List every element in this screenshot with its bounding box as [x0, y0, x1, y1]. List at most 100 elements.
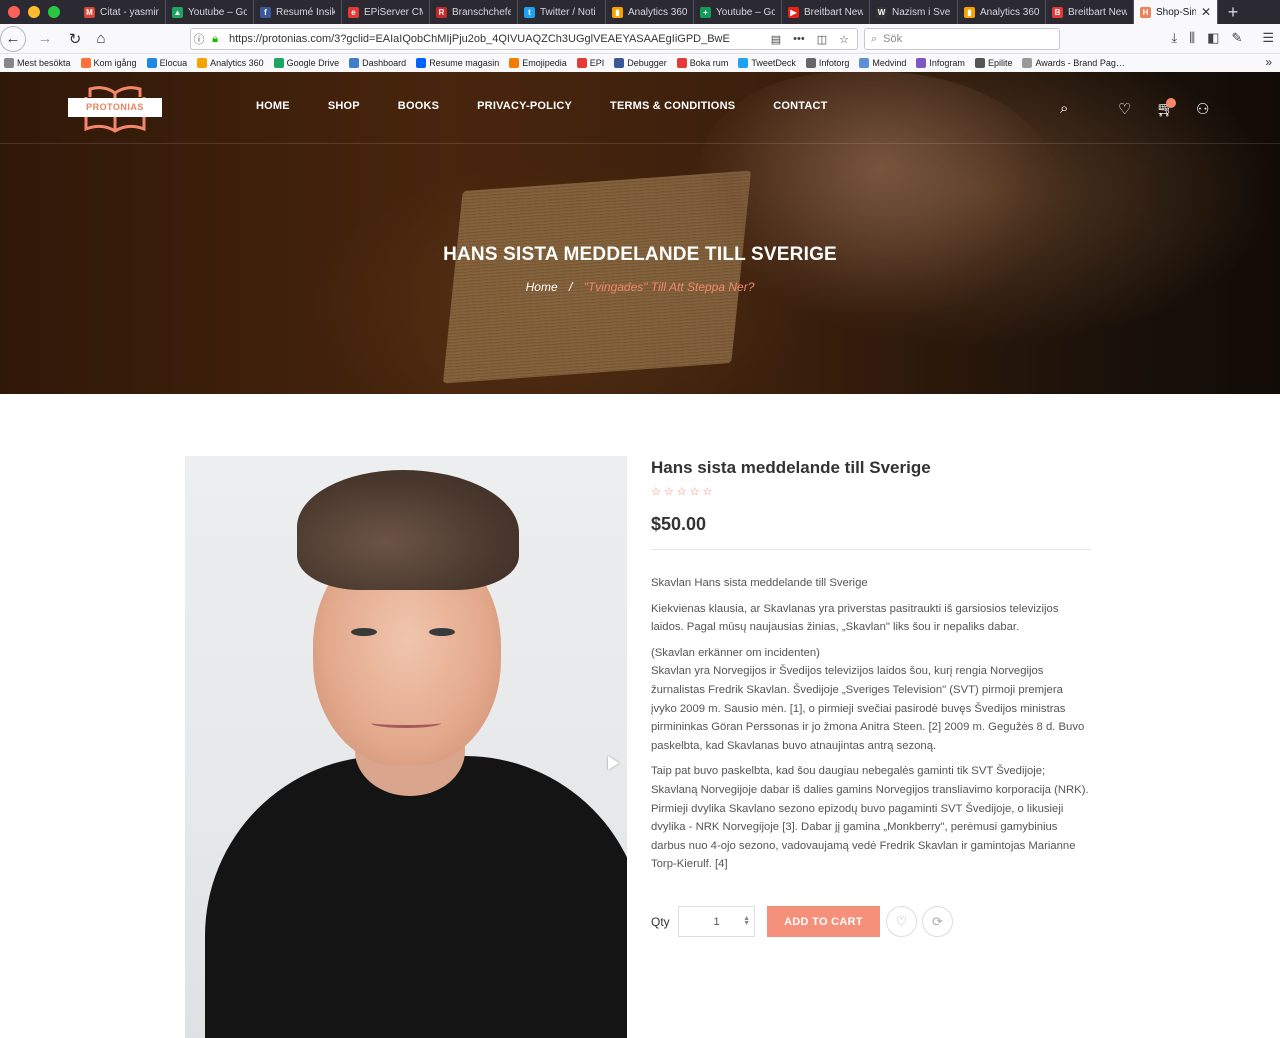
bookmark-item[interactable]: EPI — [576, 58, 604, 68]
site-logo[interactable]: PROTONIAS — [68, 83, 162, 133]
maximize-window-button[interactable] — [48, 6, 60, 18]
nav-books[interactable]: BOOKS — [398, 100, 439, 112]
browser-tab[interactable]: t Twitter / Noti — [518, 0, 606, 24]
library-icon[interactable]: ⫼ — [1189, 30, 1195, 46]
bookmark-item[interactable]: Resume magasin — [416, 58, 499, 68]
bookmark-label: Elocua — [159, 58, 188, 68]
bookmark-item[interactable]: TweetDeck — [738, 58, 796, 68]
rating-stars: ☆☆☆☆☆ — [651, 486, 716, 498]
info-icon[interactable]: ⓘ — [191, 31, 207, 47]
bookmark-item[interactable]: Boka rum — [676, 58, 729, 68]
search-icon[interactable]: ⌕ — [1060, 100, 1068, 117]
lock-icon[interactable]: 🔒︎ — [207, 33, 223, 46]
user-account-icon[interactable]: ⚇ — [1196, 100, 1209, 118]
bookmark-label: Boka rum — [689, 58, 729, 68]
tab-favicon-icon: ▶ — [788, 6, 799, 18]
browser-tab[interactable]: M Citat - yasmin — [78, 0, 166, 24]
bookmark-favicon-icon — [509, 58, 520, 68]
bookmark-item[interactable]: Epilite — [974, 58, 1012, 68]
home-button[interactable]: ⌂ — [88, 26, 114, 52]
bookmark-label: Awards - Brand Pag… — [1035, 58, 1125, 68]
sidebar-icon[interactable]: ◧ — [1207, 30, 1219, 46]
product-price: $50.00 — [651, 514, 707, 534]
quantity-stepper[interactable]: 1 ▲ ▼ — [678, 906, 755, 937]
bookmark-item[interactable]: Dashboard — [349, 58, 406, 68]
bookmark-item[interactable]: Elocua — [146, 58, 188, 68]
main-menu: HOME SHOP BOOKS PRIVACY-POLICY TERMS & C… — [256, 100, 866, 112]
browser-tab[interactable]: e EPiServer CM — [342, 0, 430, 24]
arrow-right-icon: → — [37, 30, 53, 47]
bookmark-favicon-icon — [859, 58, 870, 68]
url-text[interactable]: https://protonias.com/3?gclid=EAIaIQobCh… — [229, 33, 771, 45]
add-to-cart-button[interactable]: ADD TO CART — [767, 906, 880, 937]
back-button[interactable]: ← — [0, 25, 26, 52]
bookmark-star-icon[interactable]: ☆ — [839, 33, 849, 46]
close-window-button[interactable] — [8, 6, 20, 18]
bookmark-item[interactable]: Mest besökta — [4, 58, 71, 68]
pocket-icon[interactable]: ◫ — [817, 33, 827, 46]
nav-privacy-policy[interactable]: PRIVACY-POLICY — [477, 100, 572, 112]
browser-tab[interactable]: ▮ Analytics 360 — [606, 0, 694, 24]
nav-contact[interactable]: CONTACT — [773, 100, 827, 112]
search-bar[interactable]: ⌕ Sök — [864, 28, 1060, 50]
bookmark-item[interactable]: Awards - Brand Pag… — [1022, 58, 1125, 68]
compare-button[interactable]: ⟳ — [922, 906, 953, 937]
logo-text: PROTONIAS — [68, 98, 162, 117]
browser-tab[interactable]: B Breitbart New — [1046, 0, 1134, 24]
tab-favicon-icon: R — [436, 6, 447, 18]
home-icon: ⌂ — [96, 30, 106, 47]
browser-tab[interactable]: ▲ Youtube – Go — [166, 0, 254, 24]
bookmark-item[interactable]: Kom igång — [80, 58, 137, 68]
bookmark-item[interactable]: Medvind — [859, 58, 906, 68]
tab-title: Twitter / Noti — [540, 6, 596, 18]
breadcrumb-home-link[interactable]: Home — [526, 280, 558, 294]
qty-value[interactable]: 1 — [713, 916, 719, 928]
close-tab-icon[interactable]: ✕ — [1201, 5, 1211, 19]
tab-title: Analytics 360 — [980, 6, 1039, 18]
browser-tab[interactable]: f Resumé Insikt — [254, 0, 342, 24]
arrow-left-icon: ← — [5, 30, 21, 47]
nav-terms-conditions[interactable]: TERMS & CONDITIONS — [610, 100, 735, 112]
bookmark-item[interactable]: Infogram — [916, 58, 965, 68]
bookmark-item[interactable]: Infotorg — [805, 58, 849, 68]
new-tab-button[interactable]: + — [1218, 0, 1248, 24]
menu-icon[interactable]: ☰ — [1262, 30, 1274, 46]
bookmarks-overflow-icon[interactable]: » — [1265, 55, 1272, 69]
bookmark-favicon-icon — [349, 58, 360, 68]
tab-favicon-icon: + — [700, 6, 711, 18]
spinner-arrows-icon[interactable]: ▲ ▼ — [743, 915, 750, 927]
bookmark-item[interactable]: Analytics 360 — [197, 58, 264, 68]
product-image[interactable] — [185, 456, 627, 1038]
bookmark-favicon-icon — [576, 58, 587, 68]
minimize-window-button[interactable] — [28, 6, 40, 18]
bookmark-item[interactable]: Emojipedia — [509, 58, 567, 68]
product-title: Hans sista meddelande till Sverige — [651, 458, 931, 477]
tab-title: Shop-Sing — [1156, 6, 1196, 18]
browser-tab[interactable]: W Nazism i Sver — [870, 0, 958, 24]
bookmark-item[interactable]: Debugger — [614, 58, 667, 68]
qty-label: Qty — [651, 915, 670, 929]
bookmark-label: Analytics 360 — [210, 58, 264, 68]
bookmark-item[interactable]: Google Drive — [273, 58, 339, 68]
browser-tab[interactable]: ▮ Analytics 360 — [958, 0, 1046, 24]
tab-favicon-icon: M — [84, 6, 95, 18]
tab-title: Youtube – Go — [716, 6, 775, 18]
page-actions-icon[interactable]: ••• — [793, 33, 805, 46]
forward-button[interactable]: → — [32, 26, 58, 52]
nav-shop[interactable]: SHOP — [328, 100, 360, 112]
address-bar[interactable]: ⓘ 🔒︎ https://protonias.com/3?gclid=EAIaI… — [190, 28, 858, 50]
browser-tab[interactable]: R Branschchefe — [430, 0, 518, 24]
browser-tab[interactable]: + Youtube – Go — [694, 0, 782, 24]
bookmark-label: Kom igång — [93, 58, 137, 68]
browser-tab[interactable]: H Shop-Sing ✕ — [1134, 0, 1218, 24]
reload-button[interactable]: ↻ — [62, 26, 88, 52]
tab-favicon-icon: W — [876, 6, 887, 18]
eyedropper-icon[interactable]: ✎ — [1231, 30, 1242, 46]
next-image-arrow-icon[interactable] — [608, 756, 619, 770]
wishlist-heart-icon[interactable]: ♡ — [1118, 100, 1131, 118]
reader-view-icon[interactable]: ▤ — [771, 33, 781, 46]
nav-home[interactable]: HOME — [256, 100, 290, 112]
browser-tab[interactable]: ▶ Breitbart New — [782, 0, 870, 24]
add-to-wishlist-button[interactable]: ♡ — [886, 906, 917, 937]
download-icon[interactable]: ⤓ — [1171, 30, 1177, 46]
